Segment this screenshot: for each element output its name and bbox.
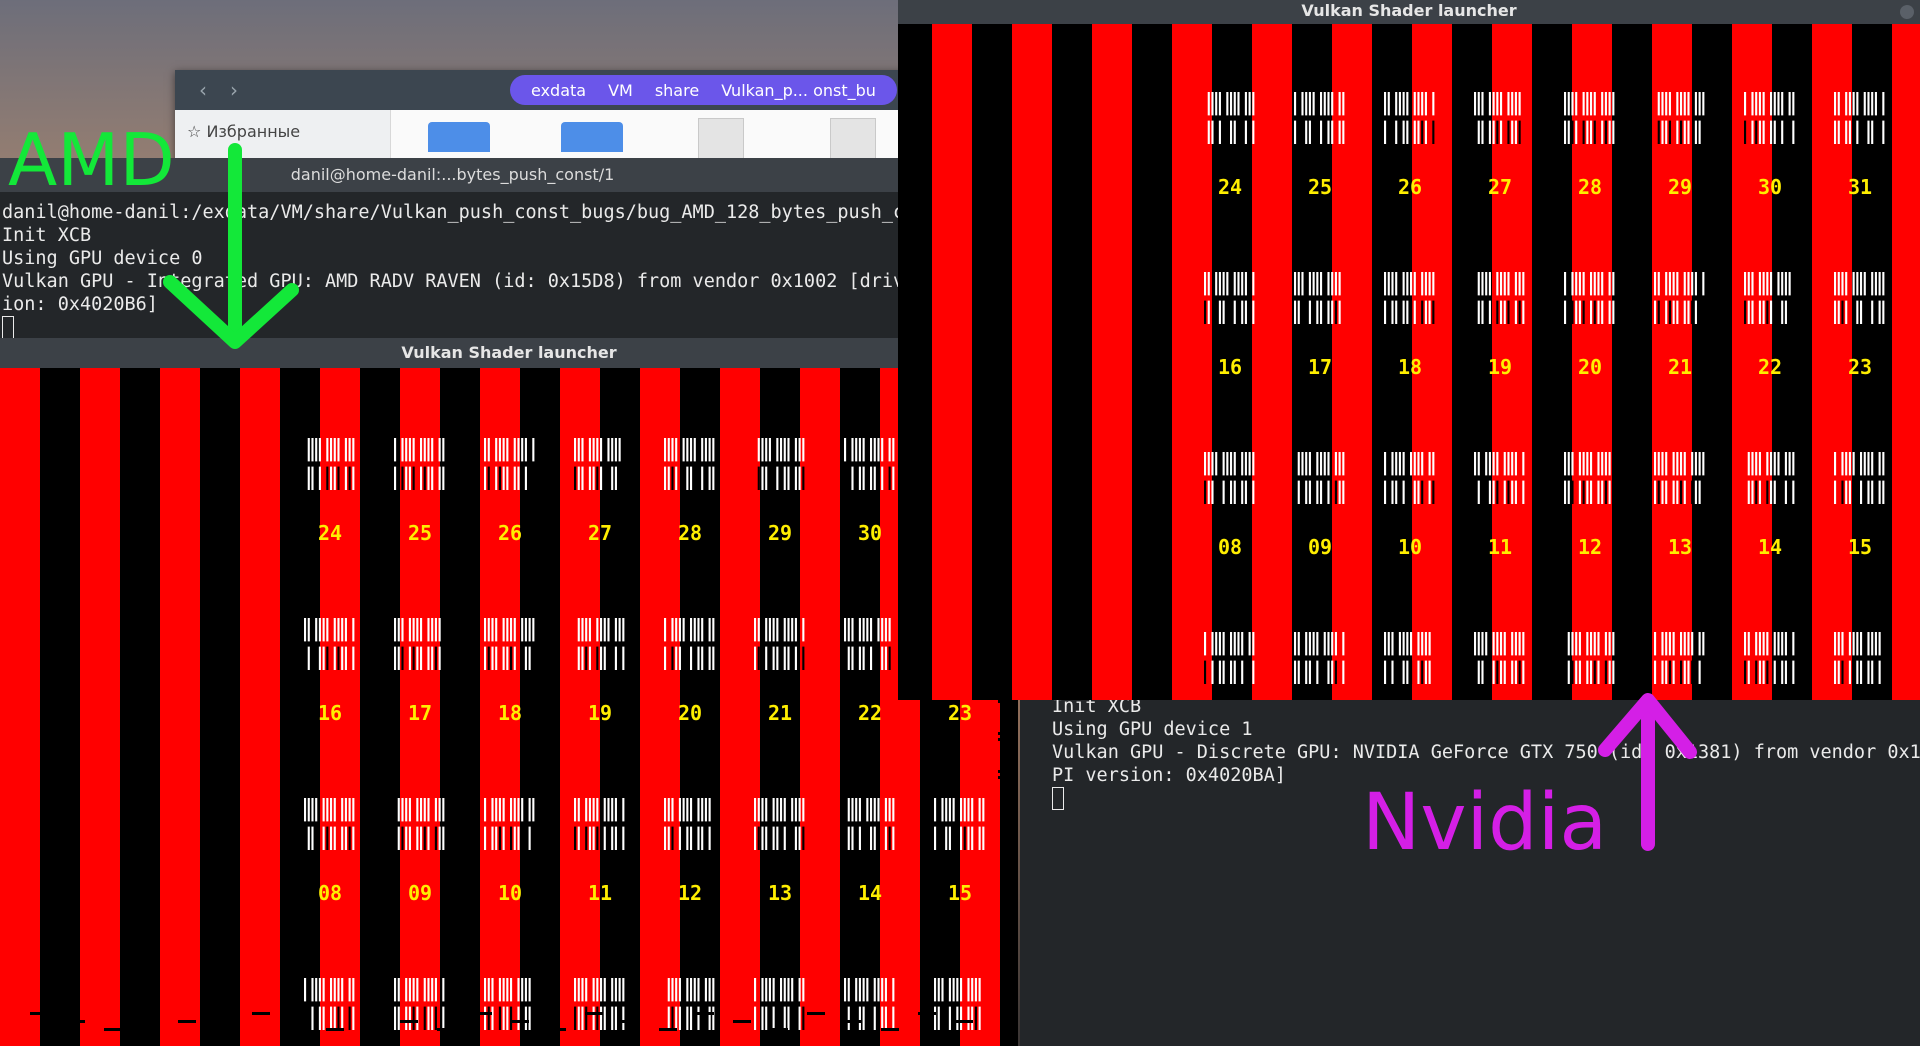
nvidia-arrow-icon	[1598, 693, 1697, 851]
amd-arrow-icon	[163, 143, 299, 349]
desktop-background: ‹ › exdata VM share Vulkan_p... onst_bu …	[0, 0, 1920, 1046]
annotation-overlay	[163, 143, 1697, 851]
